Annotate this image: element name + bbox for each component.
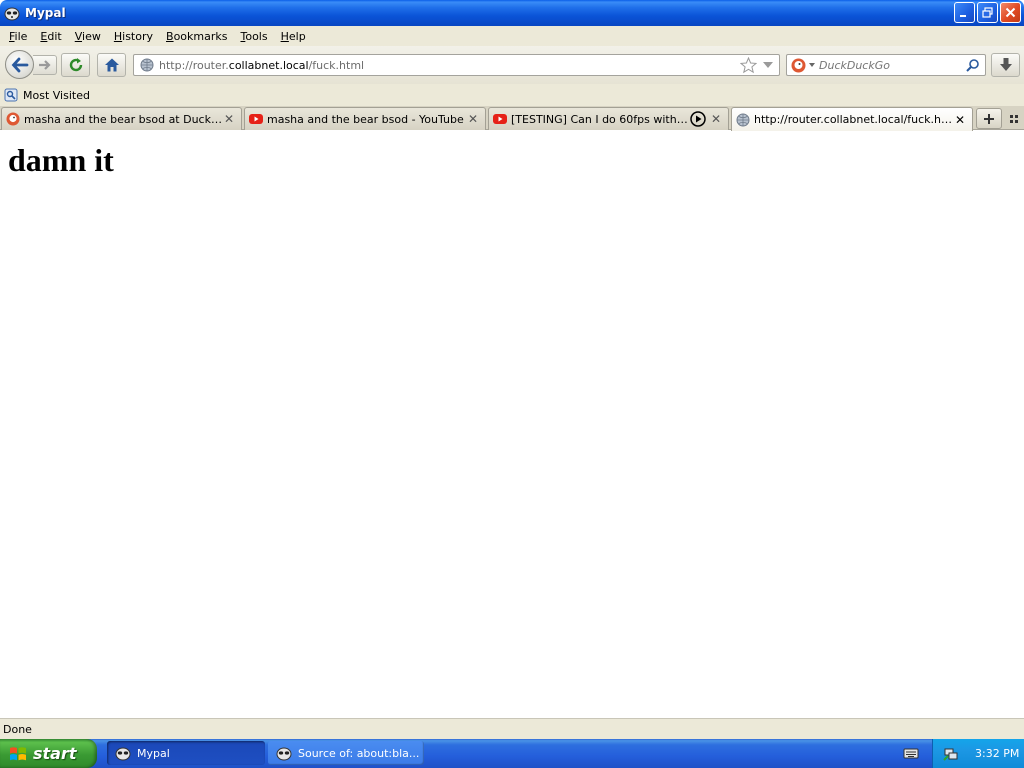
duckduckgo-icon[interactable]	[791, 58, 806, 73]
tab-close-icon[interactable]: ✕	[709, 112, 723, 126]
bookmark-star-icon[interactable]	[740, 57, 757, 74]
taskbar-item-mypal[interactable]: Mypal	[107, 741, 265, 765]
downloads-button[interactable]	[991, 53, 1020, 77]
youtube-icon	[493, 114, 507, 124]
status-text: Done	[3, 722, 32, 736]
globe-icon	[140, 58, 154, 72]
network-icon[interactable]	[943, 746, 959, 762]
menu-history[interactable]: History	[108, 30, 159, 43]
tab-close-icon[interactable]: ✕	[222, 112, 236, 126]
bookmarks-toolbar: Most Visited	[0, 84, 1024, 106]
taskbar: start Mypal Source of: about:bla... 3:32…	[0, 739, 1024, 768]
close-window-button[interactable]	[1000, 2, 1021, 23]
restore-button[interactable]	[977, 2, 998, 23]
forward-arrow-icon	[38, 60, 51, 70]
menu-tools[interactable]: Tools	[234, 30, 273, 43]
system-tray: 3:32 PM	[932, 739, 1024, 768]
title-bar[interactable]: Mypal	[0, 0, 1024, 26]
search-bar[interactable]	[786, 54, 986, 76]
close-icon	[1005, 7, 1016, 18]
mypal-app-icon	[276, 747, 292, 761]
search-icon[interactable]	[965, 58, 980, 73]
tab-strip: masha and the bear bsod at DuckDuckGo ✕ …	[0, 106, 1024, 131]
bookmark-folder-icon	[4, 88, 18, 102]
url-dropdown-icon[interactable]	[763, 62, 773, 69]
mypal-app-icon	[115, 747, 131, 761]
menu-file[interactable]: File	[3, 30, 33, 43]
plus-icon	[984, 113, 994, 124]
back-arrow-icon	[11, 57, 28, 72]
search-input[interactable]	[819, 58, 959, 72]
page-content: damn it	[0, 131, 1024, 718]
url-text: http://router.collabnet.local/fuck.html	[159, 58, 365, 72]
media-playing-icon[interactable]	[690, 111, 706, 127]
tab-youtube-testing[interactable]: [TESTING] Can I do 60fps with non-... ✕	[488, 107, 729, 130]
menu-bar: File Edit View History Bookmarks Tools H…	[0, 26, 1024, 46]
home-button[interactable]	[97, 53, 126, 77]
windows-logo-icon	[10, 746, 26, 760]
back-button[interactable]	[5, 50, 34, 79]
forward-button[interactable]	[33, 55, 57, 75]
menu-bookmarks[interactable]: Bookmarks	[160, 30, 233, 43]
keyboard-icon[interactable]	[903, 747, 919, 760]
new-tab-button[interactable]	[976, 108, 1002, 129]
tab-duckduckgo-search[interactable]: masha and the bear bsod at DuckDuckGo ✕	[1, 107, 242, 130]
status-bar: Done	[0, 718, 1024, 739]
page-heading: damn it	[8, 142, 114, 178]
menu-view[interactable]: View	[69, 30, 107, 43]
window-title: Mypal	[25, 6, 66, 20]
duckduckgo-icon	[6, 112, 20, 126]
mypal-app-icon	[4, 7, 20, 21]
start-button[interactable]: start	[0, 739, 97, 768]
globe-icon	[736, 113, 750, 126]
list-all-tabs-icon[interactable]	[1007, 112, 1021, 126]
bookmark-most-visited[interactable]: Most Visited	[4, 88, 90, 102]
window-controls	[954, 2, 1021, 23]
clock: 3:32 PM	[975, 747, 1020, 760]
home-icon	[104, 58, 119, 72]
reload-button[interactable]	[61, 53, 90, 77]
navigation-toolbar: http://router.collabnet.local/fuck.html	[0, 46, 1024, 84]
taskbar-item-source[interactable]: Source of: about:bla...	[268, 741, 424, 765]
tab-close-icon[interactable]: ✕	[953, 113, 967, 127]
search-engine-dropdown-icon[interactable]	[809, 63, 815, 67]
menu-edit[interactable]: Edit	[34, 30, 67, 43]
minimize-button[interactable]	[954, 2, 975, 23]
url-bar[interactable]: http://router.collabnet.local/fuck.html	[133, 54, 780, 76]
reload-icon	[69, 58, 82, 72]
download-arrow-icon	[999, 58, 1012, 71]
minimize-icon	[960, 15, 966, 17]
restore-icon	[982, 7, 993, 18]
menu-help[interactable]: Help	[275, 30, 312, 43]
tab-router-page[interactable]: http://router.collabnet.local/fuck.html …	[731, 107, 973, 131]
youtube-icon	[249, 114, 263, 124]
tab-youtube-search[interactable]: masha and the bear bsod - YouTube ✕	[244, 107, 486, 130]
tab-close-icon[interactable]: ✕	[466, 112, 480, 126]
